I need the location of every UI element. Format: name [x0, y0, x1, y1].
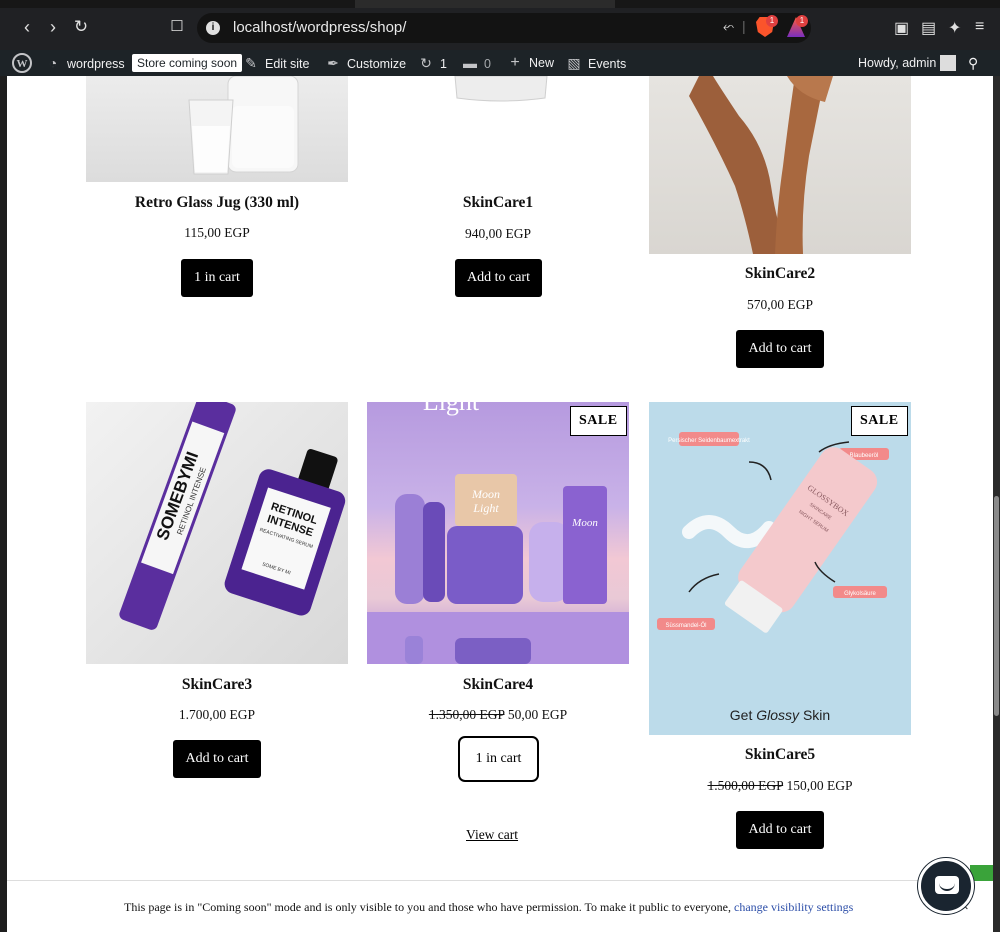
product-price: 1.700,00 EGP	[178, 707, 256, 722]
product-title[interactable]: SkinCare2	[649, 265, 911, 283]
sale-badge: SALE	[851, 406, 908, 436]
moonlight-photo: Light Moon Light Moon	[367, 402, 629, 664]
comment-icon: ▬	[463, 55, 477, 71]
my-account-link[interactable]: Howdy, admin	[858, 50, 957, 76]
tab-strip	[0, 0, 1000, 8]
wp-admin-bar: W ◔ wordpress Store coming soon ✎ Edit sit…	[0, 50, 1000, 76]
product-image-skincare3[interactable]: SOMEBYMI RETINOL INTENSE RETINOL INTENSE…	[86, 402, 348, 664]
svg-text:Get Glossy Skin: Get Glossy Skin	[730, 707, 830, 723]
product-title[interactable]: SkinCare5	[649, 746, 911, 764]
scrollbar-thumb[interactable]	[994, 496, 999, 716]
edit-site-link[interactable]: ✎ Edit site	[243, 50, 309, 76]
new-content-link[interactable]: + New	[507, 50, 554, 76]
in-cart-button[interactable]: 1 in cart	[458, 736, 539, 782]
glossybox-photo: Persischer Seidenbaumextrakt Blaubeeröl …	[657, 432, 889, 723]
svg-text:Glykolsäure: Glykolsäure	[844, 591, 876, 597]
forward-icon[interactable]: ›	[42, 16, 64, 38]
product-price: 570,00 EGP	[746, 297, 813, 312]
site-name-link[interactable]: ◔ wordpress	[45, 50, 125, 76]
wordpress-logo-icon[interactable]: W	[12, 50, 32, 76]
reload-icon[interactable]: ↻	[70, 16, 92, 38]
active-tab[interactable]	[355, 0, 615, 8]
svg-text:Light: Light	[472, 501, 499, 515]
brush-icon: ✒	[327, 55, 339, 71]
product-price: 1.350,00 EGP 50,00 EGP	[367, 707, 629, 723]
sidebar-icon[interactable]: ▣	[894, 18, 909, 38]
product-image-retro-glass-jug[interactable]	[86, 76, 348, 182]
bookmark-icon[interactable]: ☐	[166, 16, 188, 38]
brave-shields-badge: 1	[766, 15, 778, 27]
site-info-icon[interactable]: i	[206, 21, 220, 35]
arms-photo	[689, 76, 833, 254]
sale-badge: SALE	[570, 406, 627, 436]
product-image-skincare2[interactable]	[649, 76, 911, 254]
page-scrollbar[interactable]	[993, 76, 1000, 932]
svg-text:Moon: Moon	[471, 487, 500, 501]
sale-price: 50,00 EGP	[507, 707, 568, 722]
svg-text:W: W	[17, 58, 28, 70]
menu-icon[interactable]: ≡	[975, 18, 984, 36]
share-icon[interactable]: ⬿	[723, 18, 734, 35]
address-bar[interactable]: i localhost/wordpress/shop/ ⬿ |	[197, 13, 811, 43]
product-image-skincare4[interactable]: Light Moon Light Moon	[367, 402, 629, 664]
regular-price: 1.350,00 EGP	[428, 707, 505, 722]
product-image-skincare5[interactable]: Persischer Seidenbaumextrakt Blaubeeröl …	[649, 402, 911, 735]
store-coming-soon-badge[interactable]: Store coming soon	[132, 54, 243, 72]
product-price: 940,00 EGP	[464, 226, 531, 241]
notice-text: This page is in "Coming soon" mode and i…	[124, 900, 854, 914]
change-visibility-link[interactable]: change visibility settings	[734, 900, 853, 914]
back-icon[interactable]: ‹	[16, 16, 38, 38]
events-link[interactable]: ▧ Events	[566, 50, 626, 76]
url-divider: |	[742, 18, 746, 34]
plus-icon: +	[510, 54, 520, 71]
svg-text:Persischer Seidenbaumextrakt: Persischer Seidenbaumextrakt	[668, 438, 750, 444]
svg-text:Blaubeeröl: Blaubeeröl	[850, 453, 879, 459]
leo-ai-icon[interactable]: ✦	[948, 18, 961, 38]
view-cart-link[interactable]: View cart	[466, 827, 518, 843]
retinol-photo: SOMEBYMI RETINOL INTENSE RETINOL INTENSE…	[119, 402, 346, 630]
chat-widget-button[interactable]	[918, 858, 974, 914]
jug-photo	[188, 76, 299, 175]
brave-rewards-badge: 1	[796, 15, 808, 27]
product-price: 115,00 EGP	[184, 225, 250, 240]
add-to-cart-button[interactable]: Add to cart	[455, 259, 542, 297]
product-image-skincare1[interactable]	[367, 76, 629, 102]
regular-price: 1.500,00 EGP	[707, 778, 784, 793]
product-title[interactable]: Retro Glass Jug (330 ml)	[86, 194, 348, 212]
green-side-tab[interactable]	[970, 865, 993, 881]
svg-text:Moon: Moon	[571, 517, 598, 529]
avatar	[940, 54, 957, 71]
add-to-cart-button[interactable]: Add to cart	[736, 811, 824, 849]
product-title[interactable]: SkinCare3	[86, 676, 348, 694]
skincare1-photo	[454, 76, 548, 102]
updates-link[interactable]: ↻ 1	[418, 50, 447, 76]
comments-link[interactable]: ▬ 0	[462, 50, 491, 76]
svg-text:Süssmandel-Öl: Süssmandel-Öl	[665, 622, 706, 629]
product-price: 1.500,00 EGP 150,00 EGP	[649, 778, 911, 794]
sale-price: 150,00 EGP	[786, 778, 853, 793]
edit-icon: ✎	[245, 55, 257, 71]
dashboard-icon: ◔	[48, 55, 58, 71]
add-to-cart-button[interactable]: Add to cart	[173, 740, 261, 778]
customize-link[interactable]: ✒ Customize	[325, 50, 406, 76]
events-icon: ▧	[567, 55, 581, 71]
browser-toolbar: ‹ › ↻ ☐ i localhost/wordpress/shop/ ⬿ | …	[0, 0, 1000, 50]
coming-soon-notice: This page is in "Coming soon" mode and i…	[7, 881, 993, 932]
add-to-cart-button[interactable]: Add to cart	[736, 330, 824, 368]
svg-text:Light: Light	[423, 402, 480, 416]
product-title[interactable]: SkinCare4	[367, 676, 629, 694]
wallet-icon[interactable]: ▤	[921, 18, 936, 38]
product-title[interactable]: SkinCare1	[367, 194, 629, 212]
url-text[interactable]: localhost/wordpress/shop/	[233, 19, 406, 36]
search-icon[interactable]: ⚲	[968, 50, 978, 76]
updates-icon: ↻	[420, 55, 432, 71]
in-cart-button[interactable]: 1 in cart	[181, 259, 253, 297]
